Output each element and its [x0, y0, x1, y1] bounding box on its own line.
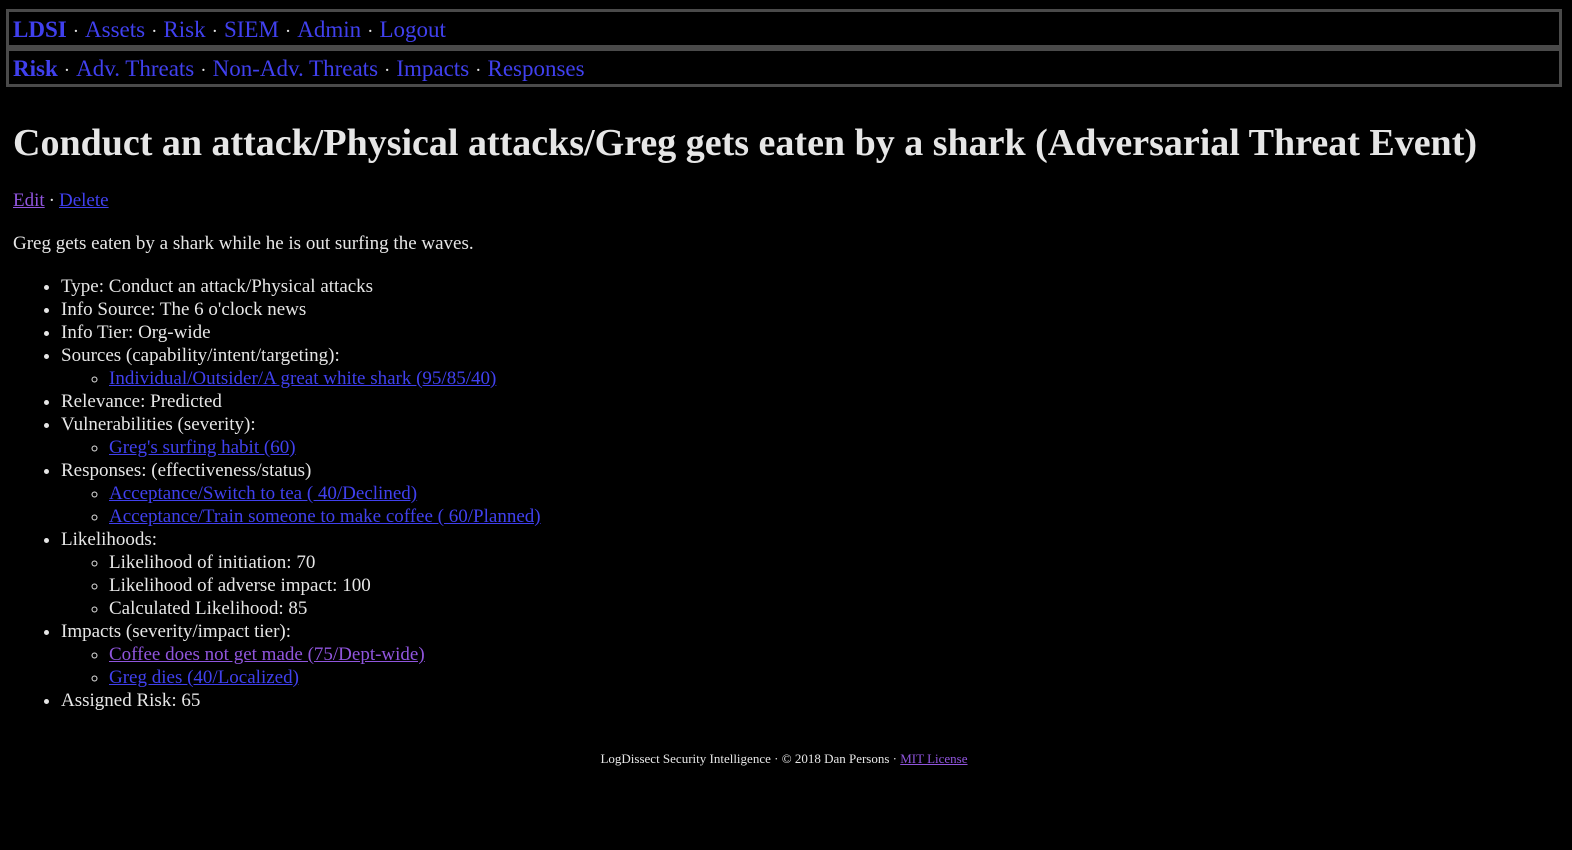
separator: ·: [200, 60, 207, 81]
separator: ·: [475, 60, 482, 81]
likelihoods-label: Likelihoods:: [61, 529, 158, 550]
impacts-label: Impacts (severity/impact tier):: [61, 621, 292, 642]
separator: ·: [48, 190, 55, 211]
separator: ·: [72, 21, 80, 42]
vulnerability-link[interactable]: Greg's surfing habit (60): [109, 437, 296, 458]
info-source-item: Info Source: The 6 o'clock news: [61, 298, 541, 321]
responses-list: Acceptance/Switch to tea ( 40/Declined) …: [61, 482, 541, 528]
likelihood-calculated: Calculated Likelihood: 85: [109, 597, 541, 620]
impact-entry: Coffee does not get made (75/Dept-wide): [109, 643, 541, 666]
likelihoods-list: Likelihood of initiation: 70 Likelihood …: [61, 551, 541, 620]
license-link[interactable]: MIT License: [900, 751, 967, 766]
subnav-impacts[interactable]: Impacts: [396, 56, 469, 81]
responses-item: Responses: (effectiveness/status) Accept…: [61, 459, 541, 528]
navigation: LDSI · Assets · Risk · SIEM · Admin · Logout Risk ·…: [6, 9, 1562, 87]
sources-label: Sources (capability/intent/targeting):: [61, 345, 340, 366]
source-link[interactable]: Individual/Outsider/A great white shark …: [109, 368, 496, 389]
separator: ·: [384, 60, 391, 81]
likelihoods-item: Likelihoods: Likelihood of initiation: 7…: [61, 528, 541, 620]
response-entry: Acceptance/Switch to tea ( 40/Declined): [109, 482, 541, 505]
separator: ·: [151, 21, 158, 42]
nav-assets[interactable]: Assets: [85, 17, 145, 42]
impacts-list: Coffee does not get made (75/Dept-wide) …: [61, 643, 541, 689]
nav-logout[interactable]: Logout: [379, 17, 445, 42]
separator: ·: [63, 60, 71, 81]
relevance-item: Relevance: Predicted: [61, 390, 541, 413]
impact-link[interactable]: Greg dies (40/Localized): [109, 667, 299, 688]
sources-item: Sources (capability/intent/targeting): I…: [61, 344, 541, 390]
impacts-item: Impacts (severity/impact tier): Coffee d…: [61, 620, 541, 689]
source-entry: Individual/Outsider/A great white shark …: [109, 367, 541, 390]
response-link[interactable]: Acceptance/Train someone to make coffee …: [109, 506, 541, 527]
separator: ·: [211, 21, 218, 42]
footer: LogDissect Security Intelligence · © 201…: [0, 751, 1568, 767]
impact-link[interactable]: Coffee does not get made (75/Dept-wide): [109, 644, 425, 665]
subnav-responses[interactable]: Responses: [487, 56, 584, 81]
likelihood-adverse-impact: Likelihood of adverse impact: 100: [109, 574, 541, 597]
separator: ·: [284, 21, 292, 42]
responses-label: Responses: (effectiveness/status): [61, 460, 312, 481]
type-item: Type: Conduct an attack/Physical attacks: [61, 275, 541, 298]
record-actions: Edit · Delete: [13, 190, 109, 212]
delete-link[interactable]: Delete: [59, 190, 109, 211]
nav-admin[interactable]: Admin: [297, 17, 361, 42]
page-title: Conduct an attack/Physical attacks/Greg …: [13, 122, 1478, 164]
likelihood-initiation: Likelihood of initiation: 70: [109, 551, 541, 574]
footer-text: LogDissect Security Intelligence · © 201…: [600, 751, 897, 766]
sources-list: Individual/Outsider/A great white shark …: [61, 367, 541, 390]
subnav-adv-threats[interactable]: Adv. Threats: [76, 56, 194, 81]
secondary-nav: Risk · Adv. Threats · Non-Adv. Threats · Impac…: [9, 51, 1559, 84]
subnav-non-adv-threats[interactable]: Non-Adv. Threats: [213, 56, 378, 81]
vulnerabilities-item: Vulnerabilities (severity): Greg's surfi…: [61, 413, 541, 459]
response-link[interactable]: Acceptance/Switch to tea ( 40/Declined): [109, 483, 417, 504]
assigned-risk-item: Assigned Risk: 65: [61, 689, 541, 712]
vulnerabilities-label: Vulnerabilities (severity):: [61, 414, 256, 435]
edit-link[interactable]: Edit: [13, 190, 45, 211]
separator: ·: [367, 21, 374, 42]
description: Greg gets eaten by a shark while he is o…: [13, 233, 474, 254]
vulnerabilities-list: Greg's surfing habit (60): [61, 436, 541, 459]
response-entry: Acceptance/Train someone to make coffee …: [109, 505, 541, 528]
nav-risk[interactable]: Risk: [163, 17, 205, 42]
nav-siem[interactable]: SIEM: [224, 17, 279, 42]
details-list: Type: Conduct an attack/Physical attacks…: [0, 275, 541, 712]
subnav-risk[interactable]: Risk: [13, 56, 58, 81]
vulnerability-entry: Greg's surfing habit (60): [109, 436, 541, 459]
impact-entry: Greg dies (40/Localized): [109, 666, 541, 689]
info-tier-item: Info Tier: Org-wide: [61, 321, 541, 344]
primary-nav: LDSI · Assets · Risk · SIEM · Admin · Logout: [9, 12, 1559, 45]
nav-brand-ldsi[interactable]: LDSI: [13, 17, 67, 42]
